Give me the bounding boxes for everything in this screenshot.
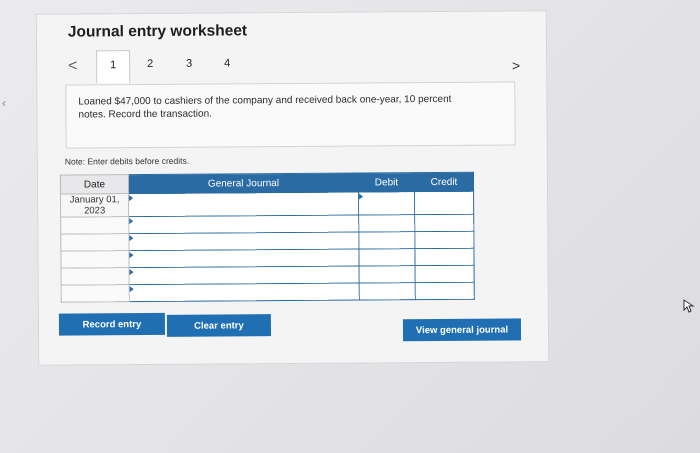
table-row: January 01, 2023 bbox=[60, 191, 474, 218]
date-cell bbox=[61, 267, 130, 286]
table-row bbox=[61, 282, 475, 303]
transaction-prompt: Loaned $47,000 to cashiers of the compan… bbox=[78, 93, 452, 121]
input-marker-icon bbox=[359, 193, 364, 200]
record-entry-button[interactable]: Record entry bbox=[58, 312, 166, 336]
date-cell: January 01, 2023 bbox=[60, 193, 129, 218]
account-dropdown[interactable] bbox=[128, 232, 359, 251]
date-cell bbox=[61, 284, 130, 303]
debit-input[interactable] bbox=[358, 214, 415, 233]
dropdown-marker-icon bbox=[129, 252, 134, 259]
debit-input[interactable] bbox=[358, 231, 415, 250]
journal-table: Date General Journal Debit Credit Januar… bbox=[60, 172, 475, 303]
tab-3[interactable]: 3 bbox=[173, 50, 205, 80]
account-dropdown[interactable] bbox=[129, 283, 360, 302]
debit-input[interactable] bbox=[358, 191, 415, 216]
transaction-prompt-box: Loaned $47,000 to cashiers of the compan… bbox=[65, 81, 516, 149]
credit-input[interactable] bbox=[414, 191, 474, 215]
date-column-header: Date bbox=[60, 174, 129, 195]
credit-input[interactable] bbox=[415, 282, 475, 300]
tab-1[interactable]: 1 bbox=[96, 50, 131, 84]
account-dropdown[interactable] bbox=[128, 192, 359, 217]
debit-input[interactable] bbox=[359, 282, 416, 301]
credit-column-header: Credit bbox=[414, 172, 474, 192]
dropdown-marker-icon bbox=[129, 235, 134, 242]
chevron-left-icon[interactable]: < bbox=[68, 57, 77, 75]
general-journal-column-header: General Journal bbox=[128, 173, 359, 194]
account-dropdown[interactable] bbox=[128, 215, 359, 234]
worksheet-title: Journal entry worksheet bbox=[67, 22, 248, 41]
dropdown-marker-icon bbox=[129, 195, 134, 202]
account-dropdown[interactable] bbox=[128, 249, 360, 268]
date-cell bbox=[60, 216, 129, 235]
tab-4[interactable]: 4 bbox=[211, 49, 243, 79]
view-general-journal-button[interactable]: View general journal bbox=[402, 318, 522, 342]
entry-note: Note: Enter debits before credits. bbox=[64, 155, 190, 167]
debit-column-header: Debit bbox=[358, 172, 415, 193]
journal-entry-worksheet-panel: Journal entry worksheet < 1 2 3 4 > Loan… bbox=[35, 10, 550, 366]
credit-input[interactable] bbox=[414, 248, 475, 266]
dropdown-marker-icon bbox=[129, 286, 134, 293]
tab-2[interactable]: 2 bbox=[134, 50, 166, 80]
credit-input[interactable] bbox=[414, 231, 474, 249]
account-dropdown[interactable] bbox=[129, 266, 360, 285]
dropdown-marker-icon bbox=[129, 218, 134, 225]
date-cell bbox=[60, 250, 130, 269]
chevron-right-icon[interactable]: > bbox=[512, 57, 520, 73]
debit-input[interactable] bbox=[358, 248, 416, 267]
debit-input[interactable] bbox=[359, 265, 416, 284]
credit-input[interactable] bbox=[414, 214, 474, 232]
mouse-cursor-icon bbox=[683, 299, 695, 313]
clear-entry-button[interactable]: Clear entry bbox=[166, 314, 272, 337]
dropdown-marker-icon bbox=[129, 269, 134, 276]
worksheet-tabs: < 1 2 3 4 > bbox=[60, 47, 520, 84]
left-edge-caret: ‹ bbox=[2, 96, 6, 110]
credit-input[interactable] bbox=[415, 265, 475, 283]
date-cell bbox=[60, 233, 129, 252]
